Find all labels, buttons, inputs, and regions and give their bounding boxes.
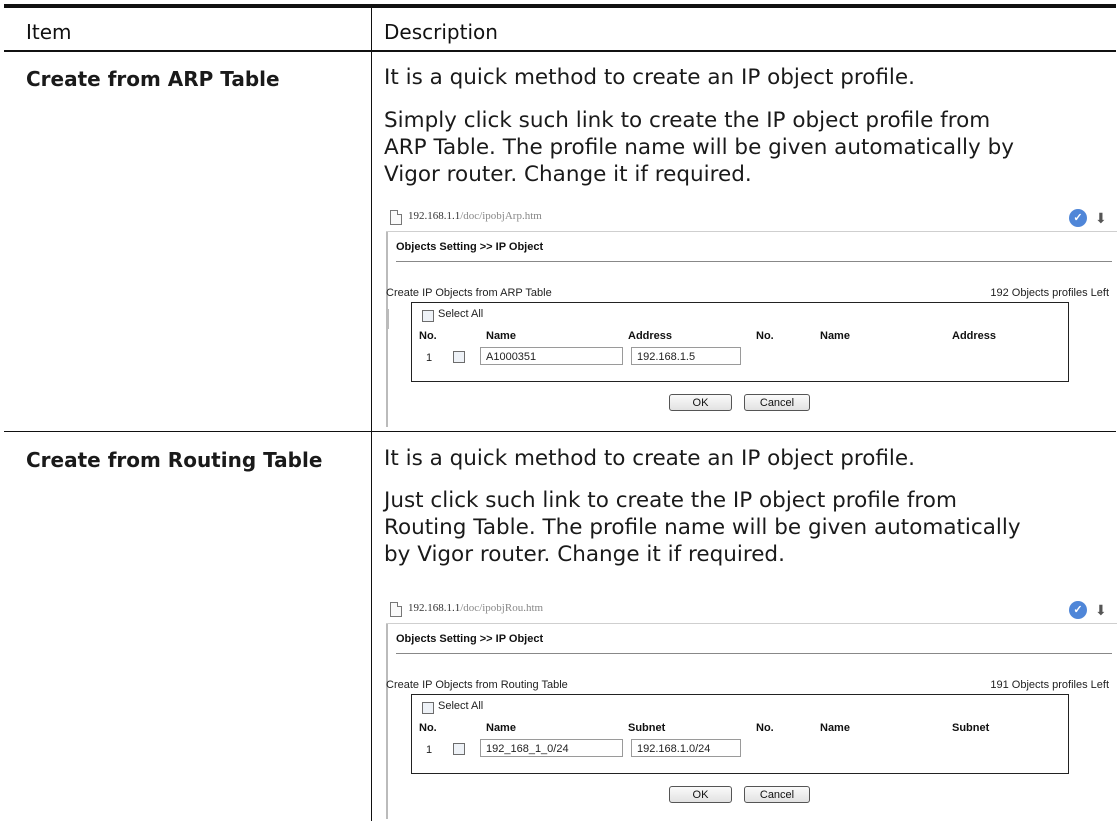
side-tick	[388, 309, 395, 329]
description-line: Just click such link to create the IP ob…	[384, 488, 957, 513]
column-header-subnet: Subnet	[628, 722, 666, 734]
box-title: Create IP Objects from ARP Table	[386, 287, 552, 299]
objects-table: Select All No. Name Subnet No. Name Subn…	[411, 694, 1069, 774]
screenshot-routing: 192.168.1.1/doc/ipobjRou.htm ✓ ⬇ Objects…	[386, 597, 1117, 819]
breadcrumb: Objects Setting >> IP Object	[396, 633, 544, 645]
cancel-button[interactable]: Cancel	[744, 786, 810, 803]
url-text[interactable]: 192.168.1.1/doc/ipobjArp.htm	[408, 210, 542, 222]
column-header-name: Name	[486, 722, 516, 734]
ok-button[interactable]: OK	[669, 786, 732, 803]
info-badge-icon[interactable]: ✓	[1069, 209, 1087, 227]
download-arrow-icon[interactable]: ⬇	[1095, 601, 1107, 619]
description-line: Simply click such link to create the IP …	[384, 108, 991, 133]
description-line: ARP Table. The profile name will be give…	[384, 135, 1014, 160]
row-checkbox[interactable]	[453, 743, 465, 755]
divider	[396, 261, 1112, 262]
header-bottom-rule	[4, 50, 1116, 52]
column-header-no-2: No.	[756, 722, 774, 734]
column-header-address: Address	[628, 330, 673, 342]
info-badge-icon[interactable]: ✓	[1069, 601, 1087, 619]
column-header-subnet-2: Subnet	[952, 722, 990, 734]
column-header-name: Name	[486, 330, 516, 342]
screenshot-arp: 192.168.1.1/doc/ipobjArp.htm ✓ ⬇ Objects…	[386, 205, 1117, 427]
download-arrow-icon[interactable]: ⬇	[1095, 209, 1107, 227]
column-header-no: No.	[419, 722, 437, 734]
breadcrumb: Objects Setting >> IP Object	[396, 241, 544, 253]
box-title: Create IP Objects from Routing Table	[386, 679, 568, 691]
objects-table: Select All No. Name Address No. Name Add…	[411, 302, 1069, 382]
description-line: It is a quick method to create an IP obj…	[384, 65, 915, 90]
url-text[interactable]: 192.168.1.1/doc/ipobjRou.htm	[408, 602, 543, 614]
column-header-no-2: No.	[756, 330, 774, 342]
select-all-checkbox[interactable]	[422, 310, 434, 322]
column-header-address-2: Address	[952, 330, 997, 342]
select-all-checkbox[interactable]	[422, 702, 434, 714]
profiles-left-count: 192 Objects profiles Left	[990, 287, 1109, 299]
description-line: Vigor router. Change it if required.	[384, 162, 752, 187]
select-all-label: Select All	[438, 700, 484, 712]
row-separator	[4, 431, 1116, 432]
description-line: It is a quick method to create an IP obj…	[384, 446, 915, 471]
description-line: Routing Table. The profile name will be …	[384, 515, 1021, 540]
header-description: Description	[384, 20, 498, 44]
address-input[interactable]: 192.168.1.5	[631, 347, 741, 365]
name-input[interactable]: A1000351	[480, 347, 623, 365]
profiles-left-count: 191 Objects profiles Left	[990, 679, 1109, 691]
item-create-from-arp-table: Create from ARP Table	[26, 67, 280, 91]
row-number: 1	[426, 352, 433, 364]
table-top-rule	[4, 4, 1116, 8]
page-icon	[390, 210, 402, 225]
select-all-label: Select All	[438, 308, 484, 320]
row-number: 1	[426, 744, 433, 756]
divider	[396, 653, 1112, 654]
name-input[interactable]: 192_168_1_0/24	[480, 739, 623, 757]
column-header-name-2: Name	[820, 722, 850, 734]
header-item: Item	[26, 20, 72, 44]
item-create-from-routing-table: Create from Routing Table	[26, 448, 323, 472]
ok-button[interactable]: OK	[669, 394, 732, 411]
subnet-input[interactable]: 192.168.1.0/24	[631, 739, 741, 757]
address-bar[interactable]: 192.168.1.1/doc/ipobjRou.htm ✓ ⬇	[386, 597, 1117, 624]
address-bar[interactable]: 192.168.1.1/doc/ipobjArp.htm ✓ ⬇	[386, 205, 1117, 232]
page-icon	[390, 602, 402, 617]
panel-edge	[386, 597, 388, 819]
cancel-button[interactable]: Cancel	[744, 394, 810, 411]
description-line: by Vigor router. Change it if required.	[384, 542, 785, 567]
column-divider	[371, 8, 372, 821]
row-checkbox[interactable]	[453, 351, 465, 363]
column-header-name-2: Name	[820, 330, 850, 342]
column-header-no: No.	[419, 330, 437, 342]
